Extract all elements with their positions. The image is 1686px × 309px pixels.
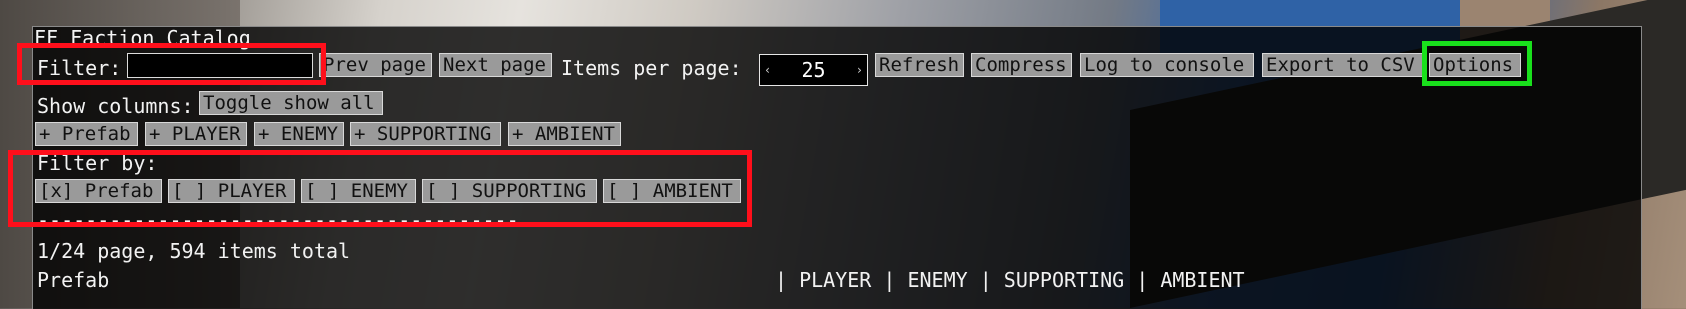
compress-button[interactable]: Compress xyxy=(971,53,1072,77)
table-header-columns: | PLAYER | ENEMY | SUPPORTING | AMBIENT xyxy=(775,268,1245,292)
items-per-page-label: Items per page: xyxy=(561,56,742,80)
column-toggle-supporting[interactable]: + SUPPORTING xyxy=(350,122,501,146)
column-toggle-ambient[interactable]: + AMBIENT xyxy=(508,122,621,146)
show-columns-label: Show columns: xyxy=(37,94,194,118)
items-per-page-stepper[interactable]: ‹ 25 › xyxy=(759,54,868,86)
decrement-arrow-icon[interactable]: ‹ xyxy=(764,55,771,85)
export-to-csv-button[interactable]: Export to CSV xyxy=(1262,53,1423,77)
highlight-box-filter xyxy=(17,43,326,85)
prev-page-button[interactable]: Prev page xyxy=(319,53,432,77)
column-toggle-prefab[interactable]: + Prefab xyxy=(35,122,138,146)
column-toggle-enemy[interactable]: + ENEMY xyxy=(254,122,344,146)
column-toggle-player[interactable]: + PLAYER xyxy=(145,122,247,146)
highlight-box-filter-by xyxy=(8,150,752,227)
next-page-button[interactable]: Next page xyxy=(439,53,552,77)
highlight-box-options xyxy=(1422,41,1532,86)
items-per-page-value: 25 xyxy=(801,58,826,82)
page-summary: 1/24 page, 594 items total xyxy=(37,239,351,263)
log-to-console-button[interactable]: Log to console xyxy=(1080,53,1254,77)
table-header-prefab: Prefab xyxy=(37,268,110,292)
increment-arrow-icon[interactable]: › xyxy=(856,55,863,85)
toggle-show-all-button[interactable]: Toggle show all xyxy=(199,91,383,115)
refresh-button[interactable]: Refresh xyxy=(875,53,964,77)
